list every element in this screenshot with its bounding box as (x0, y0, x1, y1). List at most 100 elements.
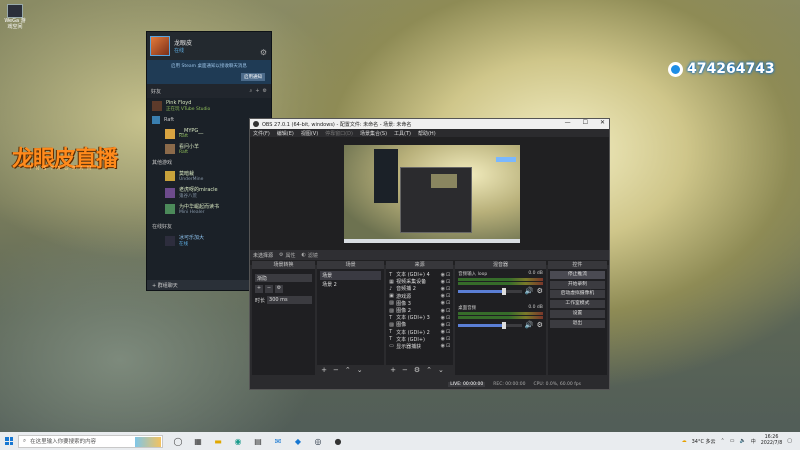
transition-select[interactable]: 渐隐 (255, 274, 313, 282)
move-down-icon[interactable]: ⌄ (357, 366, 363, 374)
preview-canvas[interactable] (344, 145, 520, 243)
remove-transition-button[interactable]: − (265, 285, 273, 293)
add-transition-button[interactable]: + (255, 285, 263, 293)
lock-icon[interactable]: ⊡ (446, 322, 450, 328)
eye-icon[interactable]: ◉ (441, 322, 445, 328)
settings-icon[interactable]: ⚙ (263, 88, 267, 94)
list-item[interactable]: T 文本 (GDI+) ◉ ⊡ (389, 336, 450, 343)
gear-icon[interactable]: ⚙ (260, 48, 267, 57)
maximize-icon[interactable]: ☐ (583, 119, 588, 126)
list-item[interactable]: T 文本 (GDI+) 4 ◉ ⊡ (389, 271, 450, 279)
start-button[interactable] (0, 432, 18, 450)
eye-icon[interactable]: ◉ (441, 279, 445, 285)
gear-icon[interactable]: ⚙ (414, 366, 420, 374)
lock-icon[interactable]: ⊡ (446, 279, 450, 285)
volume-slider[interactable] (458, 287, 522, 295)
file-explorer-icon[interactable]: ▬ (213, 436, 223, 446)
eye-icon[interactable]: ◉ (441, 336, 445, 342)
eye-icon[interactable]: ◉ (441, 343, 445, 349)
list-item[interactable]: ▨ 图像 3 ◉ ⊡ (389, 300, 450, 307)
steam-username[interactable]: 龙眼皮 (174, 38, 192, 47)
list-item[interactable]: Pink Floyd 正在玩 VTube Studio (147, 98, 271, 114)
gear-icon[interactable]: ⚙ (537, 287, 543, 295)
eye-icon[interactable]: ◉ (441, 308, 445, 314)
app-icon[interactable]: ◆ (293, 436, 303, 446)
lock-icon[interactable]: ⊡ (446, 315, 450, 321)
properties-button[interactable]: ⚙ 属性 (279, 252, 296, 259)
edge-browser-icon[interactable]: ◉ (233, 436, 243, 446)
gear-icon[interactable]: ⚙ (537, 321, 543, 329)
enable-notifications-button[interactable]: 启用通知 (241, 73, 265, 81)
list-item[interactable]: 场景 2 (320, 280, 381, 289)
start-virtual-camera-button[interactable]: 启动虚拟摄像机 (549, 290, 605, 299)
menu-docks[interactable]: 停靠窗口(D) (325, 130, 353, 137)
desktop-icon-wega[interactable]: WeGa 游戏空间 (4, 4, 26, 30)
move-up-icon[interactable]: ⌃ (345, 366, 351, 374)
speaker-icon[interactable]: 🔊 (525, 321, 534, 329)
task-view-icon[interactable]: ◯ (173, 436, 183, 446)
eye-icon[interactable]: ◉ (441, 329, 445, 335)
lock-icon[interactable]: ⊡ (446, 308, 450, 314)
add-friend-icon[interactable]: + (255, 88, 259, 94)
obs-icon[interactable]: ● (333, 436, 343, 446)
list-item[interactable]: 场景 (320, 271, 382, 280)
volume-slider[interactable] (458, 321, 522, 329)
move-down-icon[interactable]: ⌄ (438, 366, 444, 374)
add-icon[interactable]: + (321, 366, 327, 374)
steam-icon[interactable]: ◎ (313, 436, 323, 446)
move-up-icon[interactable]: ⌃ (426, 366, 432, 374)
add-icon[interactable]: + (390, 366, 396, 374)
obs-preview-area[interactable] (250, 137, 609, 265)
lock-icon[interactable]: ⊡ (446, 343, 450, 349)
remove-icon[interactable]: − (333, 366, 339, 374)
list-item[interactable]: T 文本 (GDI+) 3 ◉ ⊡ (389, 314, 450, 322)
exit-button[interactable]: 退出 (549, 319, 605, 328)
eye-icon[interactable]: ◉ (441, 293, 445, 299)
stop-streaming-button[interactable]: 停止推流 (549, 270, 605, 279)
close-icon[interactable]: ✕ (600, 119, 605, 126)
steam-status[interactable]: 在线 (174, 47, 192, 54)
lock-icon[interactable]: ⊡ (446, 336, 450, 342)
duration-input[interactable]: 300 ms (267, 296, 313, 304)
start-recording-button[interactable]: 开始录制 (549, 280, 605, 289)
list-item[interactable]: ▣ 游戏源 ◉ ⊡ (389, 293, 450, 300)
menu-view[interactable]: 视图(V) (301, 130, 318, 137)
volume-icon[interactable]: 🔈 (739, 438, 745, 444)
chevron-up-icon[interactable]: ⌃ (721, 438, 725, 444)
settings-button[interactable]: 设置 (549, 309, 605, 318)
lock-icon[interactable]: ⊡ (446, 300, 450, 306)
list-item[interactable]: T 文本 (GDI+) 2 ◉ ⊡ (389, 329, 450, 336)
widgets-icon[interactable]: ▦ (193, 436, 203, 446)
menu-tools[interactable]: 工具(T) (394, 130, 411, 137)
speaker-icon[interactable]: 🔊 (525, 287, 534, 295)
weather-text[interactable]: 34°C 多云 (692, 438, 716, 445)
avatar[interactable] (150, 36, 170, 56)
minimize-icon[interactable]: — (565, 119, 571, 126)
eye-icon[interactable]: ◉ (441, 272, 445, 278)
lock-icon[interactable]: ⊡ (446, 272, 450, 278)
network-icon[interactable]: ▭ (730, 438, 735, 444)
store-icon[interactable]: ▤ (253, 436, 263, 446)
filters-button[interactable]: ◐ 滤镜 (302, 252, 318, 259)
taskbar-search[interactable]: ⌕ 在这里输入你要搜索的内容 (18, 434, 163, 448)
menu-file[interactable]: 文件(F) (253, 130, 270, 137)
remove-icon[interactable]: − (402, 366, 408, 374)
mail-icon[interactable]: ✉ (273, 436, 283, 446)
list-item[interactable]: ▨ 图像 ◉ ⊡ (389, 321, 450, 329)
list-item[interactable]: ♪ 音频捕 2 ◉ ⊡ (389, 285, 450, 293)
studio-mode-button[interactable]: 工作室模式 (549, 300, 605, 309)
lock-icon[interactable]: ⊡ (446, 293, 450, 299)
gear-icon[interactable]: ⚙ (275, 285, 283, 293)
input-method-icon[interactable]: 中 (751, 438, 756, 445)
eye-icon[interactable]: ◉ (441, 286, 445, 292)
list-item[interactable]: ▦ 视频采集设备 ◉ ⊡ (389, 278, 450, 286)
eye-icon[interactable]: ◉ (441, 315, 445, 321)
obs-titlebar[interactable]: OBS 27.0.1 (64-bit, windows) - 配置文件: 未命名… (250, 119, 609, 129)
list-item[interactable]: ▭ 显示器捕获 ◉ ⊡ (389, 343, 450, 350)
clock[interactable]: 16:26 2022/7/8 (761, 435, 783, 447)
list-item[interactable]: ▨ 图像 2 ◉ ⊡ (389, 307, 450, 315)
menu-help[interactable]: 帮助(H) (418, 130, 436, 137)
lock-icon[interactable]: ⊡ (446, 329, 450, 335)
menu-edit[interactable]: 编辑(E) (277, 130, 294, 137)
search-icon[interactable]: ⌕ (250, 88, 253, 94)
